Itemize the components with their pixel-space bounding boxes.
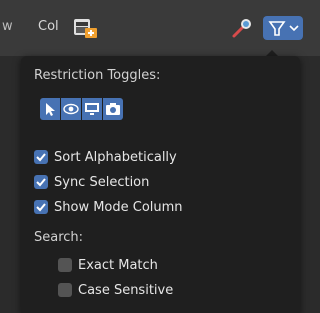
show-mode-column-checkbox[interactable] <box>34 200 48 214</box>
case-sensitive-checkbox[interactable] <box>58 283 72 297</box>
checkmark-icon <box>36 203 46 212</box>
case-sensitive-option[interactable]: Case Sensitive <box>58 280 173 300</box>
exact-match-label: Exact Match <box>78 257 158 273</box>
header-col-label: Col <box>38 19 59 34</box>
restriction-toggle-group <box>40 98 123 120</box>
show-mode-column-option[interactable]: Show Mode Column <box>34 197 183 217</box>
filter-popover-button[interactable] <box>263 16 303 40</box>
checkmark-icon <box>36 153 46 162</box>
monitor-icon <box>85 103 99 115</box>
sort-alphabetically-label: Sort Alphabetically <box>54 149 177 165</box>
case-sensitive-label: Case Sensitive <box>78 282 174 298</box>
show-mode-column-label: Show Mode Column <box>54 199 183 215</box>
header-partial-label: w <box>2 19 13 34</box>
sync-selection-option[interactable]: Sync Selection <box>34 172 149 192</box>
sort-alphabetically-option[interactable]: Sort Alphabetically <box>34 147 177 167</box>
new-collection-button[interactable] <box>70 16 100 40</box>
toggle-disable-viewport[interactable] <box>82 98 102 120</box>
filter-funnel-icon <box>268 21 299 36</box>
exact-match-option[interactable]: Exact Match <box>58 255 158 275</box>
exact-match-checkbox[interactable] <box>58 258 72 272</box>
eye-icon <box>63 103 79 115</box>
toggle-disable-render[interactable] <box>103 98 123 120</box>
checkmark-icon <box>36 178 46 187</box>
eyedropper-button[interactable] <box>230 16 254 40</box>
toggle-selectable[interactable] <box>40 98 60 120</box>
restriction-toggles-title: Restriction Toggles: <box>34 68 161 83</box>
select-arrow-icon <box>46 103 55 116</box>
sort-alphabetically-checkbox[interactable] <box>34 150 48 164</box>
search-title: Search: <box>34 230 84 245</box>
outliner-header: w Col <box>0 0 320 56</box>
filter-popover: Restriction Toggles: Sort Alphabetically… <box>21 56 300 313</box>
sync-selection-checkbox[interactable] <box>34 175 48 189</box>
sync-selection-label: Sync Selection <box>54 174 150 190</box>
eyedropper-icon <box>232 19 251 38</box>
new-collection-icon <box>74 19 97 38</box>
toggle-hide-viewport[interactable] <box>61 98 81 120</box>
camera-icon <box>106 103 120 115</box>
